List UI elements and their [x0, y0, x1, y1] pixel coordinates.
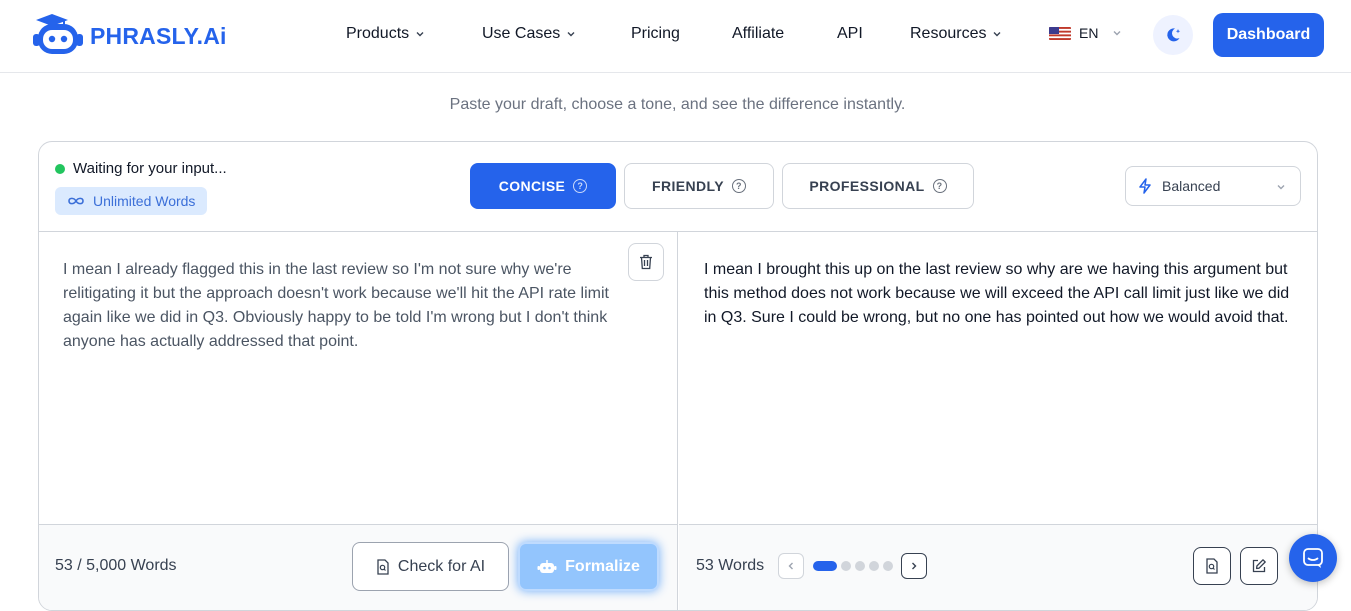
- tone-concise-label: CONCISE: [498, 178, 566, 194]
- chat-icon: [1303, 548, 1323, 568]
- input-word-count: 53 / 5,000 Words: [55, 557, 177, 574]
- nav-pricing[interactable]: Pricing: [631, 25, 680, 43]
- check-for-ai-label: Check for AI: [397, 557, 486, 575]
- tone-friendly-label: FRIENDLY: [652, 178, 724, 194]
- badge-label: Unlimited Words: [93, 193, 196, 209]
- nav-api[interactable]: API: [837, 25, 863, 43]
- chevron-down-icon: [416, 32, 424, 37]
- dashboard-button[interactable]: Dashboard: [1213, 13, 1324, 57]
- input-textarea[interactable]: I mean I already flagged this in the las…: [63, 258, 623, 354]
- nav-use-cases[interactable]: Use Cases: [482, 25, 576, 43]
- nav-products[interactable]: Products: [346, 25, 425, 43]
- help-icon[interactable]: ?: [731, 179, 746, 193]
- chevron-left-icon: [788, 562, 793, 570]
- document-search-icon: [377, 558, 389, 575]
- chevron-down-icon: [1277, 185, 1285, 190]
- pager-dot[interactable]: [869, 561, 879, 571]
- nav-api-label: API: [837, 25, 863, 42]
- robot-icon: [537, 559, 557, 573]
- status-indicator: Waiting for your input...: [55, 160, 227, 177]
- help-icon[interactable]: ?: [573, 179, 588, 193]
- pager-dot[interactable]: [883, 561, 893, 571]
- trash-icon: [640, 254, 652, 270]
- nav-use-cases-label: Use Cases: [482, 25, 561, 42]
- chevron-down-icon: [1113, 31, 1121, 36]
- next-version-button[interactable]: [901, 553, 927, 579]
- language-label: EN: [1079, 25, 1099, 41]
- theme-toggle-button[interactable]: [1153, 15, 1193, 55]
- check-output-button[interactable]: [1193, 547, 1231, 585]
- check-for-ai-button[interactable]: Check for AI: [352, 542, 509, 591]
- edit-output-button[interactable]: [1240, 547, 1278, 585]
- output-pane: I mean I brought this up on the last rev…: [679, 232, 1317, 524]
- pager-dot[interactable]: [841, 561, 851, 571]
- input-footer: 53 / 5,000 Words Check for AI Formalize: [39, 524, 678, 610]
- output-text: I mean I brought this up on the last rev…: [704, 261, 1290, 326]
- page-subtitle: Paste your draft, choose a tone, and see…: [449, 96, 906, 113]
- tone-friendly-button[interactable]: FRIENDLY ?: [624, 163, 774, 209]
- rewriter-card: Waiting for your input... Unlimited Word…: [38, 141, 1318, 611]
- previous-version-button[interactable]: [778, 553, 804, 579]
- clear-input-button[interactable]: [628, 243, 664, 281]
- pager-dot[interactable]: [855, 561, 865, 571]
- lightning-icon: [1139, 178, 1151, 194]
- moon-sparkle-icon: [1167, 28, 1181, 42]
- us-flag-icon: [1049, 26, 1071, 40]
- brand-logo[interactable]: PHRASLY.Ai: [32, 14, 227, 58]
- chevron-down-icon: [567, 32, 575, 37]
- nav-resources[interactable]: Resources: [910, 25, 1002, 43]
- nav-affiliate[interactable]: Affiliate: [732, 25, 784, 43]
- nav-affiliate-label: Affiliate: [732, 25, 785, 42]
- edit-icon: [1252, 559, 1266, 573]
- mode-select[interactable]: Balanced: [1125, 166, 1301, 206]
- language-selector[interactable]: EN: [1049, 25, 1122, 41]
- mode-label: Balanced: [1162, 178, 1221, 194]
- editor-toolbar: Waiting for your input... Unlimited Word…: [39, 142, 1317, 232]
- tone-professional-label: PROFESSIONAL: [809, 178, 925, 194]
- version-pager-dots: [813, 561, 893, 571]
- input-pane[interactable]: I mean I already flagged this in the las…: [39, 232, 678, 524]
- formalize-button[interactable]: Formalize: [518, 542, 659, 591]
- tone-concise-button[interactable]: CONCISE ?: [470, 163, 616, 209]
- output-footer: 53 Words: [679, 524, 1317, 610]
- nav-products-label: Products: [346, 25, 410, 42]
- nav-resources-label: Resources: [910, 25, 987, 42]
- formalize-label: Formalize: [565, 557, 640, 575]
- infinity-icon: [68, 197, 84, 205]
- output-word-count: 53 Words: [696, 557, 765, 574]
- top-navigation-bar: PHRASLY.Ai Products Use Cases Pricing Af…: [0, 0, 1351, 73]
- chat-support-button[interactable]: [1289, 534, 1337, 582]
- robot-mascot-icon: [32, 14, 84, 58]
- status-text: Waiting for your input...: [73, 160, 227, 177]
- help-icon[interactable]: ?: [932, 179, 947, 193]
- unlimited-words-badge: Unlimited Words: [55, 187, 208, 215]
- chevron-right-icon: [912, 562, 917, 570]
- document-search-icon: [1206, 558, 1218, 574]
- tone-professional-button[interactable]: PROFESSIONAL ?: [782, 163, 974, 209]
- brand-name: PHRASLY.Ai: [90, 22, 227, 49]
- pager-dot-active[interactable]: [813, 561, 837, 571]
- nav-pricing-label: Pricing: [631, 25, 680, 42]
- chevron-down-icon: [993, 32, 1001, 37]
- status-dot: [55, 163, 65, 174]
